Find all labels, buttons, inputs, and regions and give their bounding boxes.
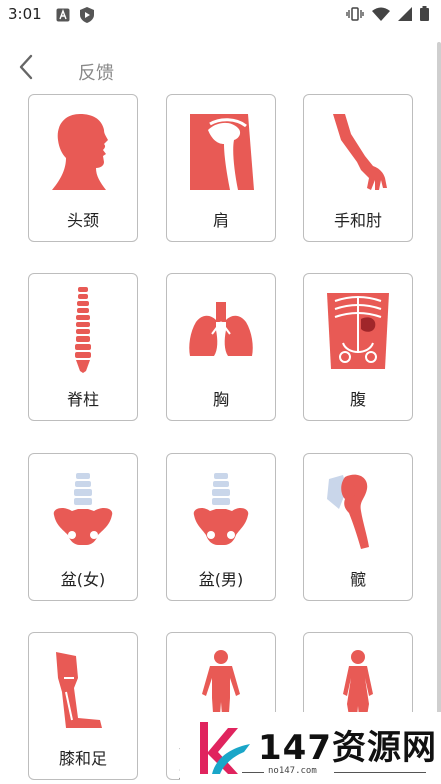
card-hip[interactable]: 髋 — [303, 453, 413, 601]
card-label: 腹 — [349, 390, 366, 409]
pelvis-female-icon — [48, 469, 118, 555]
card-shoulder[interactable]: 肩 — [166, 94, 276, 242]
card-label: 手和肘 — [333, 211, 382, 230]
card-knee-foot[interactable]: 膝和足 — [28, 632, 138, 780]
watermark: 147资源网 no147.com — [180, 712, 441, 784]
body-part-grid: 头颈 肩 手和肘 脊柱 胸 腹 盆(女) 盆(男) 髋 膝和足 — [0, 0, 441, 784]
watermark-rule — [334, 772, 426, 773]
hip-icon — [323, 469, 393, 555]
shoulder-icon — [186, 110, 256, 196]
card-label: 髋 — [349, 570, 366, 589]
card-pelvis-female[interactable]: 盆(女) — [28, 453, 138, 601]
card-label: 脊柱 — [66, 390, 99, 409]
card-head-neck[interactable]: 头颈 — [28, 94, 138, 242]
pelvis-male-icon — [186, 469, 256, 555]
card-label: 肩 — [212, 211, 229, 230]
abdomen-icon — [323, 289, 393, 375]
watermark-sub: no147.com — [268, 766, 317, 776]
watermark-text: 147资源网 — [258, 728, 437, 768]
knee-foot-icon — [48, 648, 118, 734]
card-pelvis-male[interactable]: 盆(男) — [166, 453, 276, 601]
card-chest[interactable]: 胸 — [166, 273, 276, 421]
spine-icon — [68, 285, 98, 379]
head-neck-icon — [48, 110, 118, 196]
card-hand-elbow[interactable]: 手和肘 — [303, 94, 413, 242]
card-abdomen[interactable]: 腹 — [303, 273, 413, 421]
chest-lungs-icon — [186, 300, 256, 364]
card-label: 头颈 — [66, 211, 99, 230]
card-label: 膝和足 — [58, 749, 107, 768]
card-label: 盆(男) — [198, 570, 244, 589]
watermark-rule — [242, 772, 264, 773]
card-label: 胸 — [212, 390, 229, 409]
hand-elbow-icon — [323, 110, 393, 196]
card-label: 盆(女) — [60, 570, 106, 589]
card-spine[interactable]: 脊柱 — [28, 273, 138, 421]
